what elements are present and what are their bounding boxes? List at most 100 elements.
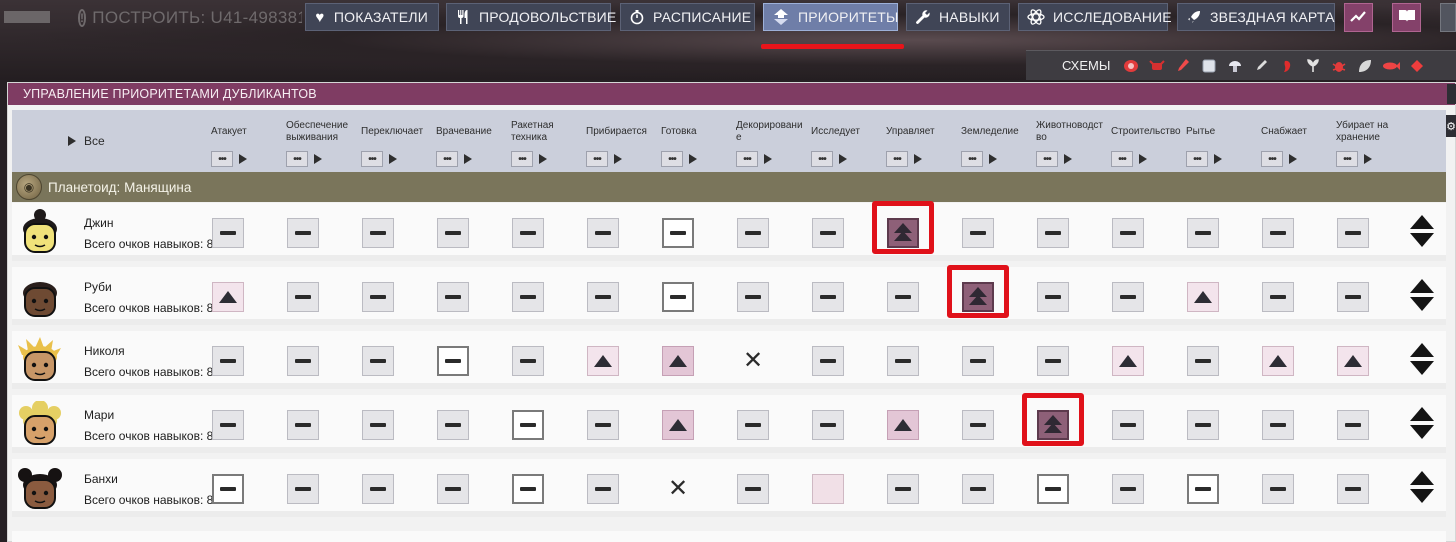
sort-arrows-icon[interactable] (1410, 407, 1434, 441)
priority-button[interactable] (812, 346, 844, 376)
priority-button[interactable] (962, 218, 994, 248)
tab-schedule[interactable]: РАСПИСАНИЕ (620, 3, 755, 31)
priority-button[interactable] (1037, 218, 1069, 248)
avatar[interactable] (16, 465, 64, 511)
priority-button[interactable] (1337, 474, 1369, 504)
column-sort-icon[interactable] (614, 154, 622, 164)
priority-button[interactable] (287, 282, 319, 312)
priority-button[interactable] (962, 346, 994, 376)
options-gear-icon[interactable]: ⚙ (1445, 115, 1456, 137)
column-sort-icon[interactable] (989, 154, 997, 164)
tab-consumables[interactable]: ПРОДОВОЛЬСТВИЕ (446, 3, 616, 31)
column-options-button[interactable]: ••• (436, 151, 458, 167)
priority-button[interactable] (1337, 218, 1369, 248)
codex-button[interactable] (1392, 3, 1421, 32)
priority-button[interactable] (437, 346, 469, 376)
priority-button[interactable] (1262, 474, 1294, 504)
priority-button[interactable] (812, 410, 844, 440)
priority-button[interactable] (362, 282, 394, 312)
tab-vitals[interactable]: ♥ ПОКАЗАТЕЛИ (305, 3, 439, 31)
priority-button[interactable] (1112, 218, 1144, 248)
priority-button[interactable] (212, 346, 244, 376)
priority-button[interactable] (1262, 346, 1294, 376)
priority-button[interactable] (287, 218, 319, 248)
priority-button[interactable] (212, 282, 244, 312)
priority-button[interactable] (362, 218, 394, 248)
column-options-button[interactable]: ••• (361, 151, 383, 167)
column-sort-icon[interactable] (914, 154, 922, 164)
dropper-icon[interactable] (1252, 57, 1270, 75)
priority-button[interactable] (287, 474, 319, 504)
avatar[interactable] (16, 337, 64, 383)
thermometer-icon[interactable] (1174, 57, 1192, 75)
column-options-button[interactable]: ••• (661, 151, 683, 167)
column-sort-icon[interactable] (389, 154, 397, 164)
priority-button[interactable]: ✕ (662, 474, 694, 504)
priority-button[interactable] (512, 282, 544, 312)
duplicant-name[interactable]: Руби (84, 280, 112, 294)
column-options-button[interactable]: ••• (586, 151, 608, 167)
duplicant-name[interactable]: Николя (84, 344, 125, 358)
duplicant-name[interactable]: Мари (84, 408, 114, 422)
priority-button[interactable] (662, 410, 694, 440)
fish-icon[interactable] (1382, 57, 1401, 75)
column-sort-icon[interactable] (1139, 154, 1147, 164)
column-sort-icon[interactable] (764, 154, 772, 164)
priority-button[interactable] (437, 218, 469, 248)
planetoid-group-header[interactable]: ◉ Планетоид: Манящина (12, 172, 1446, 202)
report-button[interactable] (1344, 3, 1373, 32)
priority-button[interactable] (212, 474, 244, 504)
priority-button[interactable] (362, 346, 394, 376)
priority-button[interactable] (1037, 346, 1069, 376)
priority-button[interactable] (662, 282, 694, 312)
column-options-button[interactable]: ••• (1336, 151, 1358, 167)
priority-button[interactable] (587, 282, 619, 312)
column-sort-icon[interactable] (1364, 154, 1372, 164)
priority-button[interactable] (1337, 282, 1369, 312)
priority-button[interactable] (1337, 346, 1369, 376)
priority-button[interactable] (1187, 218, 1219, 248)
priority-button[interactable] (212, 410, 244, 440)
crab-icon[interactable] (1148, 57, 1166, 75)
priority-button[interactable] (587, 346, 619, 376)
priority-button[interactable] (887, 282, 919, 312)
column-options-button[interactable]: ••• (1111, 151, 1133, 167)
priority-button[interactable] (587, 474, 619, 504)
column-sort-icon[interactable] (239, 154, 247, 164)
column-options-button[interactable]: ••• (211, 151, 233, 167)
priority-button[interactable] (512, 474, 544, 504)
priority-button[interactable] (1262, 282, 1294, 312)
priority-button[interactable] (1112, 346, 1144, 376)
column-sort-icon[interactable] (464, 154, 472, 164)
column-options-button[interactable]: ••• (511, 151, 533, 167)
priority-button[interactable] (512, 218, 544, 248)
priority-button[interactable] (1262, 410, 1294, 440)
sort-arrows-icon[interactable] (1410, 343, 1434, 377)
column-options-button[interactable]: ••• (811, 151, 833, 167)
square-icon[interactable] (1200, 57, 1218, 75)
priority-button[interactable] (662, 346, 694, 376)
column-options-button[interactable]: ••• (886, 151, 908, 167)
priority-button[interactable] (887, 410, 919, 440)
menu-button[interactable] (1440, 3, 1456, 32)
priority-button[interactable] (1337, 410, 1369, 440)
sort-arrows-icon[interactable] (1410, 279, 1434, 313)
priority-button[interactable] (812, 474, 844, 504)
column-sort-icon[interactable] (314, 154, 322, 164)
priority-button[interactable] (1187, 282, 1219, 312)
column-options-button[interactable]: ••• (286, 151, 308, 167)
tab-priorities[interactable]: ПРИОРИТЕТЫ (763, 3, 898, 31)
priority-button[interactable] (812, 218, 844, 248)
avatar[interactable] (16, 400, 64, 447)
brain-icon[interactable] (1122, 57, 1140, 75)
priority-button[interactable] (587, 410, 619, 440)
priority-button[interactable] (212, 218, 244, 248)
priority-button[interactable] (737, 282, 769, 312)
priority-button[interactable] (362, 410, 394, 440)
column-options-button[interactable]: ••• (1186, 151, 1208, 167)
plant-icon[interactable] (1304, 57, 1322, 75)
avatar[interactable] (16, 273, 64, 319)
priority-button[interactable] (287, 410, 319, 440)
column-sort-icon[interactable] (839, 154, 847, 164)
sort-arrows-icon[interactable] (1410, 215, 1434, 249)
